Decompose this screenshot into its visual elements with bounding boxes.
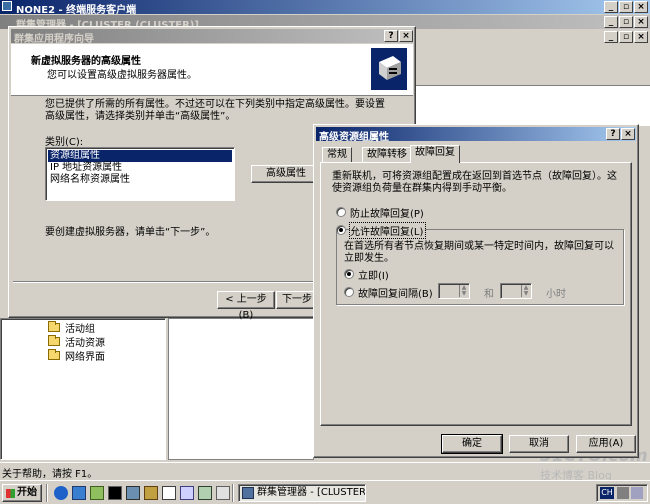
wizard-subheading: 您可以设置高级虚拟服务器属性。 bbox=[47, 70, 197, 81]
next-button[interactable]: 下一步 bbox=[276, 291, 318, 309]
wizard-title: 群集应用程序向导 bbox=[14, 34, 94, 45]
failback-group-text: 在首选所有者节点恢复期间或某一特定时间内，故障回复可以立即发生。 bbox=[344, 241, 614, 264]
apply-button[interactable]: 应用(A) bbox=[576, 435, 636, 453]
rdp-title: NONE2 - 终端服务客户端 bbox=[16, 5, 137, 16]
system-tray: CH bbox=[596, 484, 648, 502]
folder-icon bbox=[48, 335, 60, 346]
back-button[interactable]: < 上一步(B) bbox=[217, 291, 275, 321]
status-text: 关于帮助，请按 F1。 bbox=[2, 469, 98, 480]
mdi-close-button[interactable]: × bbox=[634, 31, 648, 43]
language-indicator[interactable]: CH bbox=[600, 487, 614, 499]
cluster-detail-pane bbox=[168, 318, 314, 460]
tab-general[interactable]: 常规 bbox=[322, 147, 352, 163]
windows-logo-icon bbox=[6, 489, 15, 498]
wizard-footer-text: 要创建虚拟服务器，请单击“下一步”。 bbox=[45, 227, 216, 238]
cluster-minimize-button[interactable]: _ bbox=[604, 16, 618, 28]
folder-icon bbox=[48, 321, 60, 332]
util-icon[interactable] bbox=[198, 486, 212, 500]
adv-title: 高级资源组属性 bbox=[319, 132, 389, 143]
advanced-properties-button[interactable]: 高级属性 bbox=[251, 165, 321, 183]
category-item-ip[interactable]: IP 地址资源属性 bbox=[48, 162, 122, 174]
wizard-heading: 新虚拟服务器的高级属性 bbox=[31, 56, 141, 67]
start-button[interactable]: 开始 bbox=[2, 484, 42, 502]
spin-down-icon[interactable]: ▼ bbox=[521, 291, 530, 297]
tray-volume-icon[interactable] bbox=[631, 487, 643, 499]
cluster-tree-pane: 活动组 活动资源 网络界面 bbox=[0, 318, 166, 460]
tree-item-active-resources[interactable]: 活动资源 bbox=[65, 334, 105, 349]
mmc-icon[interactable] bbox=[126, 486, 140, 500]
cluster-list-header bbox=[415, 72, 650, 86]
spin-down-icon[interactable]: ▼ bbox=[459, 291, 468, 297]
rdp-title-bar: NONE2 - 终端服务客户端 _ ▫ × bbox=[0, 0, 650, 16]
wizard-description: 您已提供了所需的所有属性。不过还可以在下列类别中指定高级属性。要设置高级属性，请… bbox=[45, 99, 385, 122]
adv-help-button[interactable]: ? bbox=[606, 128, 620, 140]
category-item-group[interactable]: 资源组属性 bbox=[48, 150, 232, 162]
wizard-close-button[interactable]: × bbox=[399, 30, 413, 42]
tool-icon[interactable] bbox=[180, 486, 194, 500]
cluster-admin-icon bbox=[242, 487, 254, 499]
allow-failback-radio[interactable] bbox=[336, 225, 346, 235]
prevent-failback-radio[interactable] bbox=[336, 207, 346, 217]
wizard-help-button[interactable]: ? bbox=[384, 30, 398, 42]
adv-description: 重新联机，可将资源组配置成在返回到首选节点（故障回复）。这使资源组负荷量在群集内… bbox=[332, 171, 617, 194]
end-hour-spinner[interactable]: ▲ ▼ bbox=[500, 283, 532, 299]
rdp-minimize-button[interactable]: _ bbox=[604, 1, 618, 13]
wizard-title-bar: 群集应用程序向导 ? × bbox=[11, 29, 413, 45]
and-label: 和 bbox=[484, 289, 494, 300]
cancel-button[interactable]: 取消 bbox=[509, 435, 569, 453]
server-wizard-icon bbox=[371, 48, 407, 90]
adv-title-bar: 高级资源组属性 ? × bbox=[316, 127, 636, 143]
ie-icon[interactable] bbox=[54, 486, 68, 500]
tab-failover[interactable]: 故障转移 bbox=[362, 147, 412, 163]
cmd-icon[interactable] bbox=[108, 486, 122, 500]
notepad-icon[interactable] bbox=[162, 486, 176, 500]
taskbar-task-cluster-admin[interactable]: 群集管理器 - [CLUSTER ... bbox=[238, 484, 366, 502]
hours-label: 小时 bbox=[546, 289, 566, 300]
rdp-app-icon bbox=[2, 1, 12, 11]
folder-tool-icon[interactable] bbox=[144, 486, 158, 500]
tab-failback[interactable]: 故障回复 bbox=[410, 145, 460, 163]
explorer-icon[interactable] bbox=[72, 486, 86, 500]
mdi-minimize-button[interactable]: _ bbox=[604, 31, 618, 43]
prevent-failback-label[interactable]: 防止故障回复(P) bbox=[350, 205, 424, 220]
rdp-close-button[interactable]: × bbox=[634, 1, 648, 13]
monitor-icon[interactable] bbox=[216, 486, 230, 500]
cluster-inner-controls: _ ▫ × bbox=[604, 30, 650, 44]
mdi-restore-button[interactable]: ▫ bbox=[619, 31, 633, 43]
tree-item-active-groups[interactable]: 活动组 bbox=[65, 320, 95, 335]
failback-interval-label[interactable]: 故障回复间隔(B) bbox=[358, 285, 433, 300]
cluster-close-button[interactable]: × bbox=[634, 16, 648, 28]
taskbar: 开始 群集管理器 - [CLUSTER ... CH bbox=[0, 480, 650, 504]
taskbar-separator bbox=[232, 484, 234, 502]
start-label: 开始 bbox=[17, 487, 37, 498]
start-hour-spinner[interactable]: ▲ ▼ bbox=[438, 283, 470, 299]
category-label: 类别(C): bbox=[45, 137, 84, 148]
ok-button[interactable]: 确定 bbox=[442, 435, 502, 453]
folder-icon bbox=[48, 349, 60, 360]
category-item-netname[interactable]: 网络名称资源属性 bbox=[48, 174, 130, 186]
cluster-right-pane bbox=[415, 86, 650, 126]
tray-network-icon[interactable] bbox=[617, 487, 629, 499]
cluster-maximize-button[interactable]: ▫ bbox=[619, 16, 633, 28]
allow-failback-label[interactable]: 允许故障回复(L) bbox=[348, 222, 427, 239]
taskbar-separator bbox=[46, 484, 48, 502]
failback-interval-radio[interactable] bbox=[344, 287, 354, 297]
tree-item-network-interfaces[interactable]: 网络界面 bbox=[65, 348, 105, 363]
network-icon[interactable] bbox=[90, 486, 104, 500]
adv-close-button[interactable]: × bbox=[621, 128, 635, 140]
rdp-maximize-button[interactable]: ▫ bbox=[619, 1, 633, 13]
immediate-label[interactable]: 立即(I) bbox=[358, 267, 389, 282]
immediate-radio[interactable] bbox=[344, 269, 354, 279]
taskbar-task-label: 群集管理器 - [CLUSTER ... bbox=[257, 487, 366, 498]
wizard-header: 新虚拟服务器的高级属性 您可以设置高级虚拟服务器属性。 bbox=[11, 44, 413, 96]
advanced-properties-dialog: 高级资源组属性 ? × 常规 故障转移 故障回复 重新联机，可将资源组配置成在返… bbox=[313, 124, 639, 458]
category-listbox[interactable]: 资源组属性 IP 地址资源属性 网络名称资源属性 bbox=[45, 147, 235, 201]
